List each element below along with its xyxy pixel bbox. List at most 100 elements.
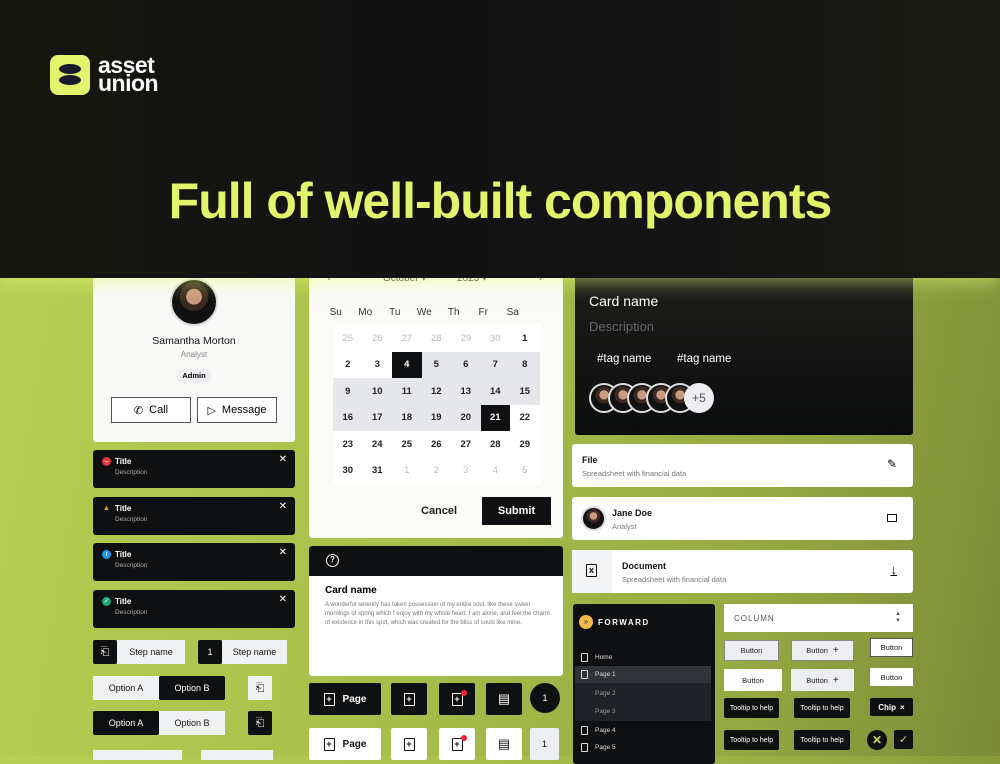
- add-page-button[interactable]: +: [391, 683, 427, 715]
- calendar-day[interactable]: 14: [480, 378, 510, 405]
- pencil-icon[interactable]: ✎: [887, 457, 897, 471]
- step-icon-button[interactable]: ⎗: [93, 640, 117, 664]
- page-button-light[interactable]: + Page: [309, 728, 381, 760]
- calendar-day[interactable]: 31: [363, 458, 393, 485]
- calendar-day[interactable]: 30: [481, 325, 511, 352]
- help-icon[interactable]: ?: [326, 554, 339, 567]
- calendar-day[interactable]: 5: [421, 351, 451, 378]
- close-icon[interactable]: ✕: [279, 547, 287, 558]
- button[interactable]: Button: [870, 638, 913, 657]
- calendar-day[interactable]: 9: [333, 378, 363, 405]
- more-avatars-count[interactable]: +5: [684, 383, 714, 413]
- tag[interactable]: #tag name: [677, 353, 731, 365]
- calendar-day[interactable]: 17: [362, 404, 392, 431]
- list-item-document[interactable]: x Document Spreadsheet with financial dat…: [572, 550, 913, 593]
- calendar-day[interactable]: 25: [392, 431, 422, 458]
- option-b[interactable]: Option B: [159, 676, 225, 700]
- button[interactable]: Button: [870, 668, 913, 686]
- step-item[interactable]: Step name: [117, 640, 185, 664]
- calendar-day[interactable]: 20: [451, 404, 481, 431]
- export-button[interactable]: ⎗: [248, 711, 272, 735]
- sidebar-item-page-2[interactable]: Page 2: [575, 685, 711, 702]
- add-page-notify-button[interactable]: +: [439, 683, 475, 715]
- profile-name: Samantha Morton: [152, 335, 236, 347]
- calendar-day[interactable]: 28: [422, 325, 452, 352]
- calendar-day[interactable]: 3: [363, 352, 393, 379]
- calendar-day[interactable]: 27: [392, 325, 422, 352]
- calendar-day[interactable]: 8: [510, 351, 540, 378]
- page-button[interactable]: + Page: [309, 683, 381, 715]
- button[interactable]: Button: [724, 669, 782, 691]
- calendar-day[interactable]: 23: [333, 431, 363, 458]
- call-button[interactable]: ✆ Call: [111, 397, 191, 423]
- calendar-day[interactable]: 29: [451, 325, 481, 352]
- calendar-day[interactable]: 1: [510, 325, 540, 352]
- calendar-day[interactable]: 29: [510, 431, 540, 458]
- column-select[interactable]: COLUMN ▲ ▼: [724, 604, 913, 632]
- option-b[interactable]: Option B: [159, 711, 225, 735]
- sidebar-item-page-1[interactable]: Page 1: [575, 666, 711, 683]
- calendar-day[interactable]: 22: [510, 405, 540, 432]
- calendar-day[interactable]: 13: [451, 378, 481, 405]
- option-a[interactable]: Option A: [93, 711, 159, 735]
- calendar-day[interactable]: 6: [451, 351, 481, 378]
- option-a[interactable]: Option A: [93, 676, 159, 700]
- export-button[interactable]: ⎗: [248, 676, 272, 700]
- calendar-day[interactable]: 11: [392, 378, 422, 405]
- calendar-button-light[interactable]: ▤: [486, 728, 522, 760]
- calendar-day[interactable]: 25: [333, 325, 363, 352]
- list-item-file[interactable]: File Spreadsheet with financial data ✎: [572, 444, 913, 487]
- close-icon[interactable]: ✕: [867, 730, 887, 750]
- calendar-day[interactable]: 1: [392, 458, 422, 485]
- video-icon[interactable]: [887, 514, 897, 522]
- download-icon[interactable]: ↓: [891, 562, 898, 577]
- list-item-person[interactable]: Jane Doe Analyst: [572, 497, 913, 540]
- calendar-day[interactable]: 24: [363, 431, 393, 458]
- button-with-plus[interactable]: Button +: [791, 669, 854, 691]
- count-button[interactable]: 1: [530, 683, 560, 713]
- sidebar-item-home[interactable]: Home: [575, 649, 711, 666]
- step-item[interactable]: Step name: [222, 640, 287, 664]
- tag[interactable]: #tag name: [597, 353, 651, 365]
- calendar-day[interactable]: 2: [422, 458, 452, 485]
- submit-button[interactable]: Submit: [482, 497, 551, 525]
- sidebar-item-page-5[interactable]: Page 5: [575, 739, 711, 756]
- check-icon[interactable]: ✓: [894, 730, 913, 749]
- count-button-light[interactable]: 1: [530, 728, 559, 760]
- calendar-day[interactable]: 26: [363, 325, 393, 352]
- close-icon[interactable]: ✕: [279, 501, 287, 512]
- calendar-day[interactable]: 15: [510, 378, 540, 405]
- message-button[interactable]: ▷ Message: [197, 397, 277, 423]
- calendar-day[interactable]: 27: [451, 431, 481, 458]
- calendar-day[interactable]: 18: [392, 404, 422, 431]
- calendar-day[interactable]: 30: [333, 458, 363, 485]
- calendar-day[interactable]: 5: [510, 458, 540, 485]
- cancel-button[interactable]: Cancel: [421, 505, 457, 517]
- calendar-day[interactable]: 10: [362, 378, 392, 405]
- calendar-day[interactable]: 12: [421, 378, 451, 405]
- tooltip: Tooltip to help: [794, 730, 850, 750]
- calendar-day[interactable]: 19: [421, 404, 451, 431]
- close-icon[interactable]: ×: [900, 703, 905, 712]
- add-page-notify-button-light[interactable]: +: [439, 728, 475, 760]
- calendar-day[interactable]: 4: [481, 458, 511, 485]
- button-with-plus[interactable]: Button +: [791, 640, 854, 661]
- calendar-day[interactable]: 7: [480, 351, 510, 378]
- button[interactable]: Button: [724, 640, 779, 661]
- calendar-day[interactable]: 2: [333, 352, 363, 379]
- close-icon[interactable]: ✕: [279, 454, 287, 465]
- calendar-day[interactable]: 16: [333, 404, 363, 431]
- input-partial[interactable]: [201, 750, 273, 760]
- close-icon[interactable]: ✕: [279, 594, 287, 605]
- add-page-button-light[interactable]: +: [391, 728, 427, 760]
- calendar-day[interactable]: 21: [480, 404, 510, 431]
- calendar-day[interactable]: 4: [392, 351, 422, 378]
- calendar-button[interactable]: ▤: [486, 683, 522, 715]
- input-partial[interactable]: [93, 750, 182, 760]
- calendar-day[interactable]: 28: [481, 431, 511, 458]
- calendar-day[interactable]: 3: [451, 458, 481, 485]
- sidebar-item-page-4[interactable]: Page 4: [575, 722, 711, 739]
- chip[interactable]: Chip ×: [870, 698, 913, 716]
- calendar-day[interactable]: 26: [422, 431, 452, 458]
- sidebar-item-page-3[interactable]: Page 3: [575, 703, 711, 720]
